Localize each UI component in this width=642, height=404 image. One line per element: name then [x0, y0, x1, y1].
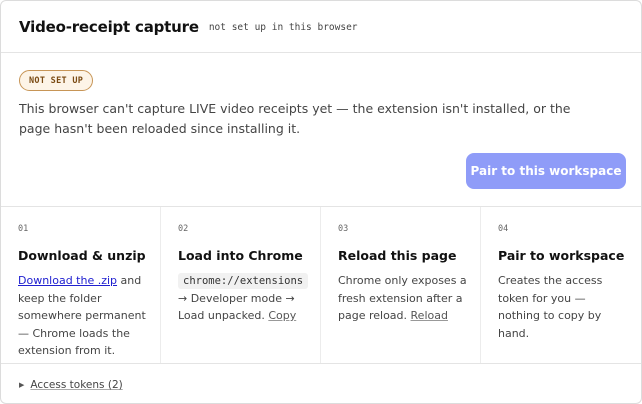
step-number: 01: [18, 224, 29, 234]
setup-steps: 01 Download & unzip Download the .zip an…: [1, 206, 641, 364]
step-description: chrome://extensions → Developer mode → L…: [178, 272, 309, 325]
step-load-chrome: 02 Load into Chrome chrome://extensions …: [161, 207, 321, 363]
card-subtitle: not set up in this browser: [208, 22, 358, 33]
step-title: Reload this page: [338, 248, 457, 263]
download-zip-link[interactable]: Download the .zip: [18, 274, 117, 287]
copy-link[interactable]: Copy: [268, 309, 296, 322]
step-title: Download & unzip: [18, 248, 146, 263]
step-pair: 04 Pair to workspace Creates the access …: [481, 207, 641, 363]
extensions-url-code: chrome://extensions: [178, 273, 309, 289]
step-title: Load into Chrome: [178, 248, 303, 263]
step-number: 03: [338, 224, 349, 234]
card-header: Video-receipt capture not set up in this…: [1, 1, 641, 53]
video-receipt-card: Video-receipt capture not set up in this…: [0, 0, 642, 404]
step-reload: 03 Reload this page Chrome only exposes …: [321, 207, 481, 363]
reload-link[interactable]: Reload: [411, 309, 448, 322]
step-number: 04: [498, 224, 509, 234]
status-message: This browser can't capture LIVE video re…: [19, 101, 571, 136]
access-tokens-toggle[interactable]: ▶ Access tokens (2): [19, 379, 123, 391]
status-section: NOT SET UP This browser can't capture LI…: [1, 54, 641, 205]
caret-right-icon: ▶: [19, 381, 25, 389]
status-badge: NOT SET UP: [19, 70, 94, 91]
card-title: Video-receipt capture: [19, 17, 199, 36]
step-description: Creates the access token for you — nothi…: [498, 274, 603, 340]
step-number: 02: [178, 224, 189, 234]
step-description: Download the .zip and keep the folder so…: [18, 272, 148, 360]
access-tokens-label: Access tokens (2): [30, 379, 123, 391]
step-description: Chrome only exposes a fresh extension af…: [338, 272, 468, 325]
step-download: 01 Download & unzip Download the .zip an…: [1, 207, 161, 363]
pair-workspace-button[interactable]: Pair to this workspace: [466, 153, 626, 189]
step-title: Pair to workspace: [498, 248, 625, 263]
